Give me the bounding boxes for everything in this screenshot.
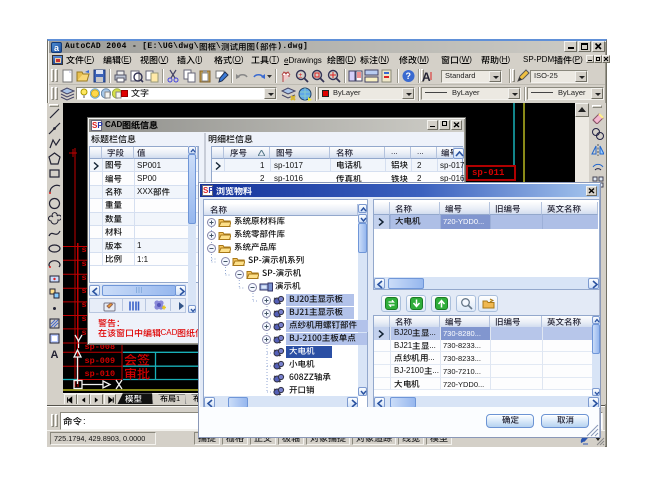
svg-text:A: A: [51, 349, 59, 360]
svg-text:A: A: [422, 70, 431, 83]
svg-text:±: ±: [299, 73, 303, 80]
svg-text:?: ?: [406, 71, 412, 81]
